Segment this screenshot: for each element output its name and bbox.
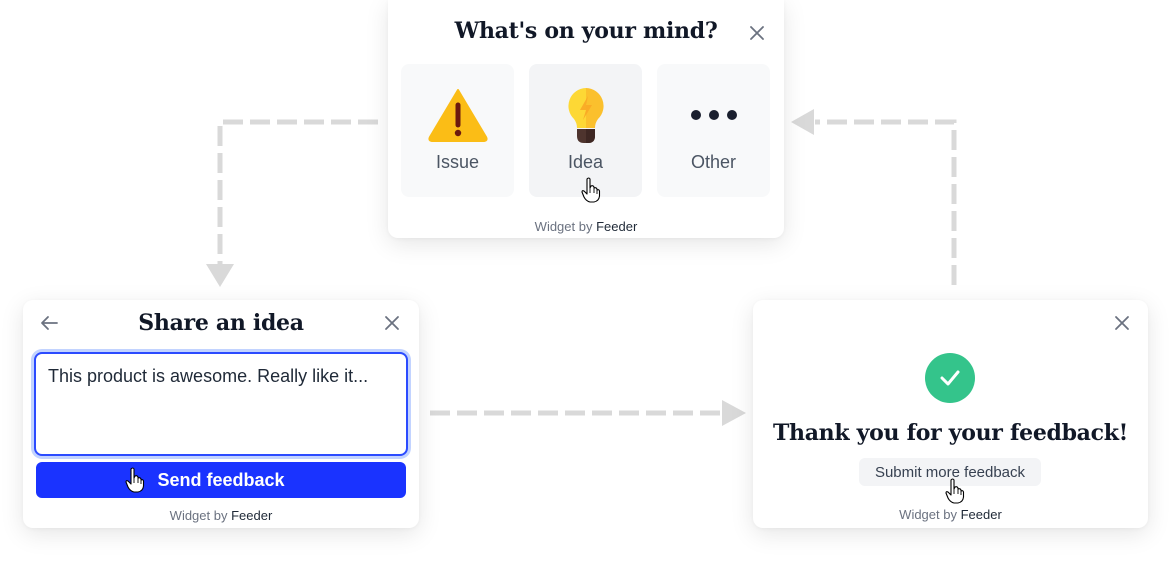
submit-more-feedback-button[interactable]: Submit more feedback [859, 458, 1041, 486]
submit-more-label: Submit more feedback [874, 463, 1026, 481]
feedback-textarea[interactable]: This product is awesome. Really like it.… [34, 352, 408, 456]
send-feedback-label: Send feedback [157, 469, 285, 490]
arrow-right-to-top [791, 109, 957, 285]
widget-footer: Widget by Feeder [534, 219, 638, 234]
widget-title: What's on your mind? [454, 18, 718, 44]
more-dots-icon [690, 110, 737, 120]
feedback-type-widget: What's on your mind? Issue Idea Other Wi… [388, 0, 784, 238]
option-issue[interactable]: Issue [401, 64, 514, 197]
close-button[interactable] [748, 24, 766, 42]
thank-you-widget: Thank you for your feedback! Submit more… [753, 300, 1148, 528]
close-button[interactable] [1113, 314, 1131, 332]
lightbulb-icon [567, 88, 604, 143]
widget-footer: Widget by Feeder [899, 507, 1002, 522]
widget-title: Share an idea [138, 310, 304, 336]
send-feedback-button[interactable]: Send feedback [36, 462, 406, 498]
arrow-left-to-right [430, 400, 746, 426]
option-other[interactable]: Other [657, 64, 770, 197]
success-badge [925, 353, 975, 403]
widget-title: Thank you for your feedback! [772, 420, 1129, 446]
widget-footer: Widget by Feeder [169, 508, 273, 523]
close-icon [385, 316, 399, 330]
arrow-top-to-left [206, 119, 378, 287]
brand-link[interactable]: Feeder [961, 507, 1002, 522]
share-idea-widget: Share an idea This product is awesome. R… [23, 300, 419, 528]
brand-link[interactable]: Feeder [231, 508, 272, 523]
option-label: Idea [567, 152, 604, 172]
option-idea[interactable]: Idea [529, 64, 642, 197]
option-label: Issue [435, 152, 480, 172]
close-icon [1115, 316, 1129, 330]
option-label: Other [690, 152, 737, 172]
brand-link[interactable]: Feeder [596, 219, 637, 234]
warning-icon [427, 89, 488, 142]
close-button[interactable] [383, 314, 401, 332]
checkmark-icon [940, 370, 960, 386]
close-icon [750, 26, 764, 40]
